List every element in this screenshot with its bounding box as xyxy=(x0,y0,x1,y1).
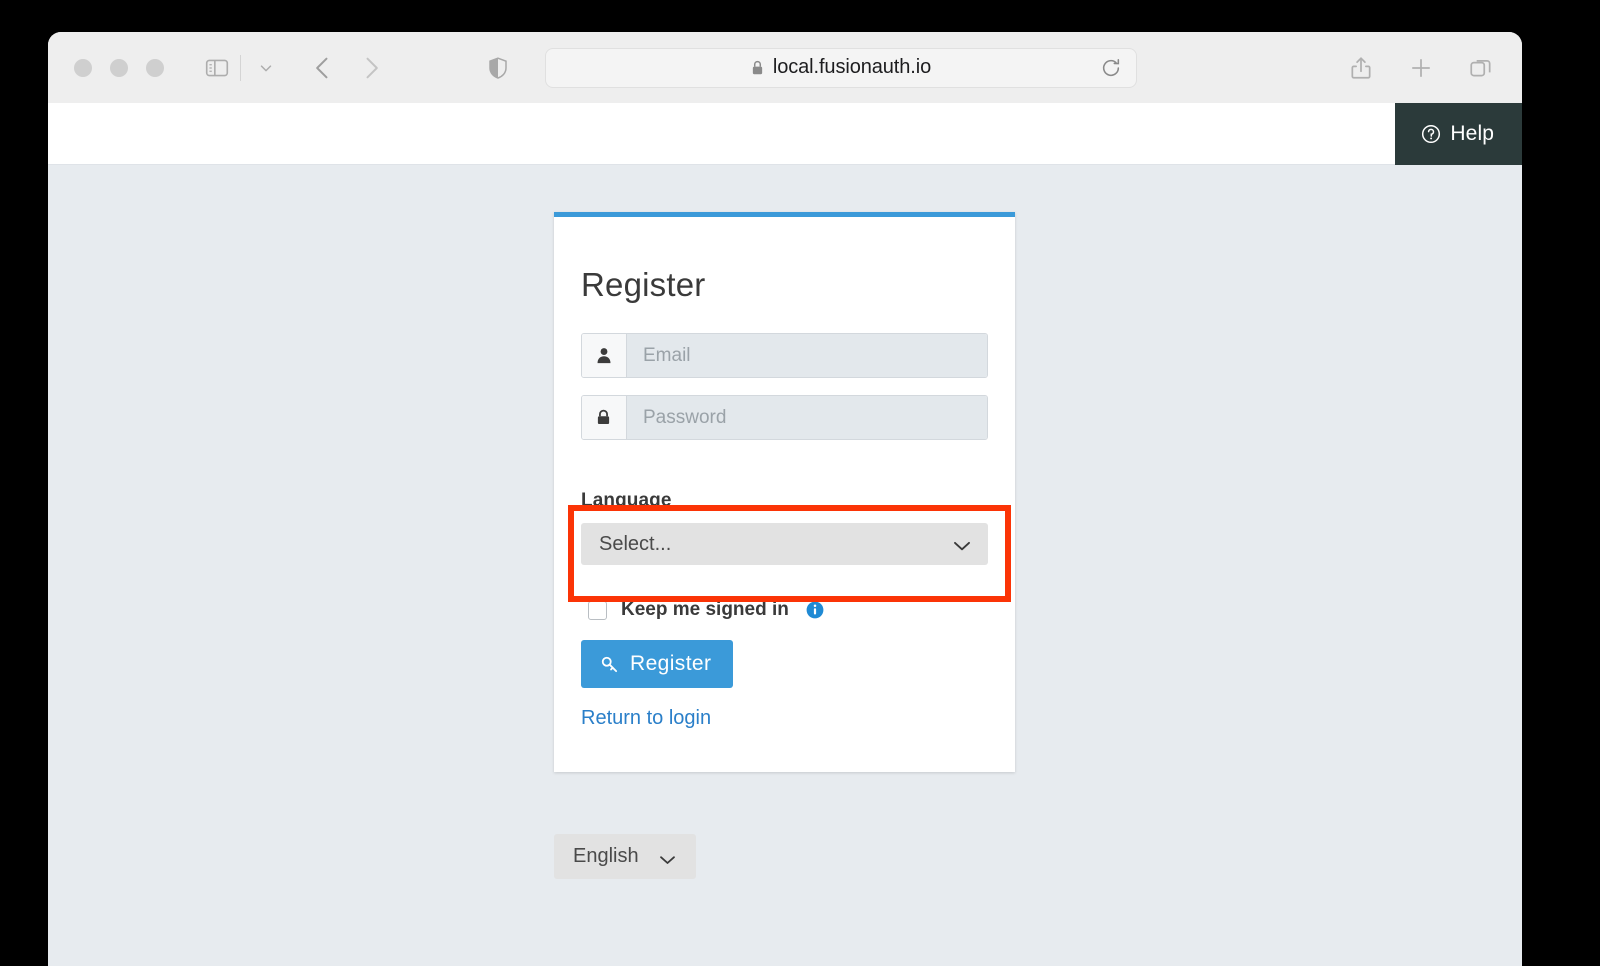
navigation-arrows xyxy=(307,50,387,86)
help-button-label: Help xyxy=(1450,122,1494,145)
password-input[interactable] xyxy=(627,396,987,439)
register-form xyxy=(554,304,1015,440)
page-title: Register xyxy=(581,266,706,303)
lock-icon xyxy=(595,408,613,427)
language-select[interactable]: Select... xyxy=(581,523,988,565)
return-to-login-link[interactable]: Return to login xyxy=(581,707,711,730)
toolbar-right-actions xyxy=(1346,52,1496,84)
password-field-row xyxy=(581,395,988,440)
question-circle-icon xyxy=(1421,124,1441,144)
share-icon[interactable] xyxy=(1346,52,1376,84)
language-label: Language xyxy=(581,490,672,511)
toolbar-divider xyxy=(240,54,241,81)
key-icon xyxy=(600,655,619,674)
back-chevron-left-icon[interactable] xyxy=(307,50,339,86)
sidebar-toggle-icon[interactable] xyxy=(200,51,234,85)
password-addon xyxy=(582,396,627,439)
keep-signed-in-checkbox[interactable] xyxy=(588,600,607,620)
language-section: Language Select... xyxy=(554,457,1015,565)
chevron-down-icon xyxy=(659,852,676,864)
tab-overview-icon[interactable] xyxy=(1466,52,1496,84)
email-input[interactable] xyxy=(627,334,987,377)
new-tab-plus-icon[interactable] xyxy=(1406,52,1436,84)
address-bar-url: local.fusionauth.io xyxy=(772,56,932,78)
register-submit-label: Register xyxy=(630,652,712,675)
register-submit-button[interactable]: Register xyxy=(581,640,734,688)
forward-chevron-right-icon[interactable] xyxy=(355,50,387,86)
window-minimize-button[interactable] xyxy=(110,58,128,77)
browser-toolbar: local.fusionauth.io xyxy=(48,32,1522,103)
card-bottom-padding xyxy=(554,730,1015,772)
sidebar-dropdown-chevron-down-icon[interactable] xyxy=(251,51,281,85)
reload-icon[interactable] xyxy=(1100,57,1122,79)
keep-signed-in-label: Keep me signed in xyxy=(621,599,789,620)
address-bar[interactable]: local.fusionauth.io xyxy=(545,47,1137,88)
browser-window: local.fusionauth.io Help Register Email … xyxy=(48,32,1522,966)
privacy-shield-icon[interactable] xyxy=(483,52,513,84)
help-button[interactable]: Help xyxy=(1395,103,1522,165)
address-bar-content: local.fusionauth.io xyxy=(751,56,931,79)
sidebar-controls xyxy=(200,51,281,85)
locale-selector[interactable]: English xyxy=(554,834,696,879)
window-zoom-button[interactable] xyxy=(146,58,164,77)
traffic-lights xyxy=(74,58,164,77)
page-body: Register Email Language Select... Keep m… xyxy=(48,165,1522,966)
user-icon xyxy=(595,346,613,365)
submit-area: Register xyxy=(554,621,1015,688)
language-select-value: Select... xyxy=(599,532,672,555)
info-circle-icon[interactable] xyxy=(806,601,824,619)
email-addon xyxy=(582,334,627,377)
locale-selector-value: English xyxy=(573,845,639,867)
lock-icon xyxy=(751,60,764,76)
register-card: Register Email Language Select... Keep m… xyxy=(554,212,1015,772)
chevron-down-icon xyxy=(953,539,971,551)
window-close-button[interactable] xyxy=(74,58,92,77)
keep-signed-in-row: Keep me signed in xyxy=(554,565,1015,621)
email-field-row xyxy=(581,333,988,378)
app-top-navbar: Help xyxy=(48,103,1522,165)
